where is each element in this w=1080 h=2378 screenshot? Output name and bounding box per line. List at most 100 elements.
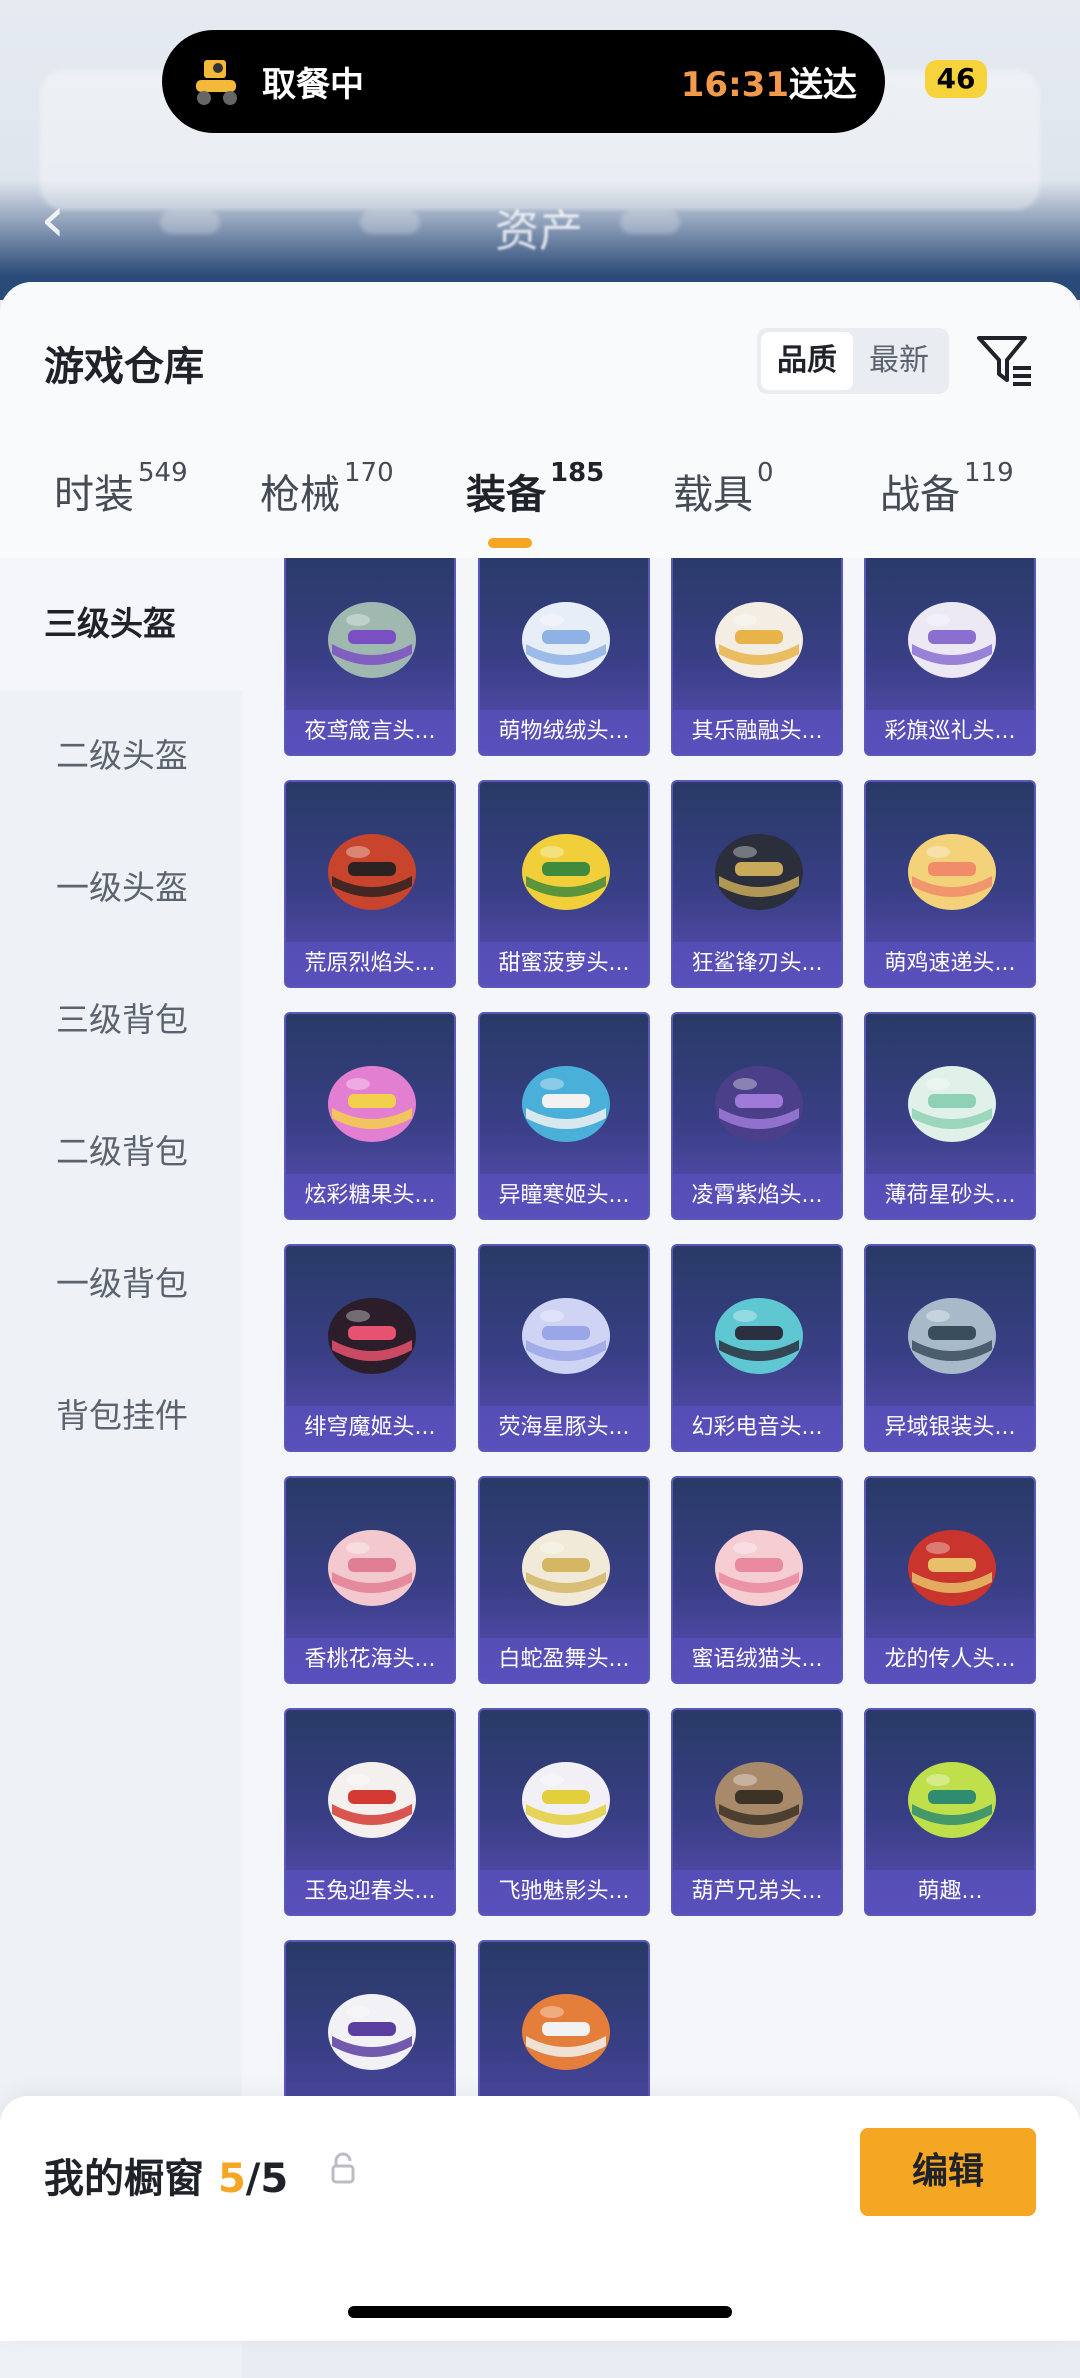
sidebar-item-level2-helmet[interactable]: 二级头盔 [0, 690, 242, 822]
helmet-image [522, 1530, 610, 1606]
helmet-name: 香桃花海头... [286, 1638, 454, 1682]
tab-weapons[interactable]: 枪械 170 [260, 458, 394, 520]
sidebar-item-level3-helmet[interactable]: 三级头盔 [0, 558, 242, 690]
sidebar-item-backpack-charm[interactable]: 背包挂件 [0, 1350, 242, 1482]
helmet-card[interactable]: 萌鸡速递头... [864, 780, 1036, 988]
helmet-image [522, 834, 610, 910]
background-stat [160, 210, 220, 234]
helmet-name: 异瞳寒姬头... [480, 1174, 648, 1218]
helmet-image [715, 1066, 803, 1142]
helmet-card[interactable]: 飞驰魅影头... [478, 1708, 650, 1916]
helmet-image [908, 1298, 996, 1374]
warehouse-sheet: 游戏仓库 品质 最新 时装 549 枪械 170 装备 185 载具 0 战备 119 三… [0, 282, 1080, 2378]
delivery-live-activity[interactable]: 取餐中 16:31送达 [162, 30, 885, 133]
sort-option-latest[interactable]: 最新 [853, 332, 945, 390]
helmet-image [908, 1762, 996, 1838]
helmet-image [328, 834, 416, 910]
helmet-card[interactable]: 其乐融融头... [671, 558, 843, 756]
tab-label: 载具 [673, 472, 753, 518]
tab-vehicles[interactable]: 载具 0 [673, 458, 774, 520]
helmet-name: 彩旗巡礼头... [866, 710, 1034, 754]
tab-fashion[interactable]: 时装 549 [54, 458, 188, 520]
sort-option-quality[interactable]: 品质 [761, 332, 853, 390]
helmet-card[interactable]: 绯穹魔姬头... [284, 1244, 456, 1452]
helmet-card[interactable]: 异瞳寒姬头... [478, 1012, 650, 1220]
showcase-title: 我的橱窗 [44, 2156, 204, 2202]
helmet-card[interactable]: 葫芦兄弟头... [671, 1708, 843, 1916]
helmet-name: 飞驰魅影头... [480, 1870, 648, 1914]
helmet-name: 夜鸢箴言头... [286, 710, 454, 754]
helmet-card[interactable]: 龙的传人头... [864, 1476, 1036, 1684]
helmet-name: 龙的传人头... [866, 1638, 1034, 1682]
sidebar-item-level2-backpack[interactable]: 二级背包 [0, 1086, 242, 1218]
helmet-name: 蜜语绒猫头... [673, 1638, 841, 1682]
tab-supplies[interactable]: 战备 119 [880, 458, 1014, 520]
sidebar-item-level1-helmet[interactable]: 一级头盔 [0, 822, 242, 954]
helmet-name: 玉兔迎春头... [286, 1870, 454, 1914]
tab-count: 185 [550, 458, 605, 488]
tab-equipment[interactable]: 装备 185 [466, 458, 604, 520]
helmet-image [522, 1298, 610, 1374]
helmet-image [715, 1762, 803, 1838]
helmet-image [908, 1530, 996, 1606]
helmet-card[interactable]: 甜蜜菠萝头... [478, 780, 650, 988]
delivery-eta: 16:31送达 [681, 57, 857, 106]
sidebar-item-level3-backpack[interactable]: 三级背包 [0, 954, 242, 1086]
helmet-card[interactable]: 薄荷星砂头... [864, 1012, 1036, 1220]
helmet-card[interactable]: 萌趣... [864, 1708, 1036, 1916]
tab-count: 170 [344, 458, 394, 488]
tab-label: 战备 [880, 472, 960, 518]
category-tabs: 时装 549 枪械 170 装备 185 载具 0 战备 119 [0, 458, 1080, 558]
home-indicator [348, 2306, 732, 2318]
tab-count: 549 [138, 458, 188, 488]
battery-indicator: 46 [925, 60, 987, 98]
helmet-image [908, 834, 996, 910]
helmet-card[interactable]: 荒原烈焰头... [284, 780, 456, 988]
edit-button[interactable]: 编辑 [860, 2128, 1036, 2216]
helmet-name: 白蛇盈舞头... [480, 1638, 648, 1682]
helmet-card[interactable]: 凌霄紫焰头... [671, 1012, 843, 1220]
helmet-name: 荒原烈焰头... [286, 942, 454, 986]
background-stat [360, 210, 420, 234]
helmet-card[interactable]: 玉兔迎春头... [284, 1708, 456, 1916]
helmet-image [908, 602, 996, 678]
helmet-card[interactable]: 蜜语绒猫头... [671, 1476, 843, 1684]
active-tab-indicator [488, 538, 532, 548]
helmet-card[interactable]: 狂鲨锋刃头... [671, 780, 843, 988]
showcase-label: 我的橱窗 5/5 [44, 2146, 288, 2204]
helmet-card[interactable]: 炫彩糖果头... [284, 1012, 456, 1220]
helmet-card[interactable]: 白蛇盈舞头... [478, 1476, 650, 1684]
helmet-image [908, 1066, 996, 1142]
background-stat [620, 210, 680, 234]
showcase-total: /5 [245, 2156, 289, 2202]
helmet-card[interactable]: 香桃花海头... [284, 1476, 456, 1684]
helmet-name: 炫彩糖果头... [286, 1174, 454, 1218]
lock-icon [331, 2152, 355, 2184]
filter-icon[interactable] [975, 330, 1035, 390]
helmet-image [328, 1066, 416, 1142]
helmet-image [328, 1994, 416, 2070]
tab-count: 119 [964, 458, 1014, 488]
helmet-image [715, 602, 803, 678]
showcase-count: 5 [217, 2156, 246, 2202]
helmet-card[interactable]: 彩旗巡礼头... [864, 558, 1036, 756]
helmet-name: 幻彩电音头... [673, 1406, 841, 1450]
helmet-image [328, 1762, 416, 1838]
helmet-card[interactable]: 荧海星豚头... [478, 1244, 650, 1452]
tab-label: 枪械 [260, 472, 340, 518]
helmet-image [715, 834, 803, 910]
helmet-card[interactable]: 幻彩电音头... [671, 1244, 843, 1452]
helmet-name: 薄荷星砂头... [866, 1174, 1034, 1218]
helmet-card[interactable]: 萌物绒绒头... [478, 558, 650, 756]
sidebar-item-level1-backpack[interactable]: 一级背包 [0, 1218, 242, 1350]
eta-suffix: 送达 [789, 65, 857, 105]
helmet-name: 异域银装头... [866, 1406, 1034, 1450]
tab-count: 0 [757, 458, 774, 488]
showcase-bar: 我的橱窗 5/5 编辑 [0, 2096, 1080, 2341]
helmet-image [522, 1994, 610, 2070]
back-icon[interactable]: ‹ [40, 188, 90, 252]
helmet-name: 萌趣... [866, 1870, 1034, 1914]
helmet-card[interactable]: 异域银装头... [864, 1244, 1036, 1452]
helmet-image [328, 1298, 416, 1374]
helmet-card[interactable]: 夜鸢箴言头... [284, 558, 456, 756]
